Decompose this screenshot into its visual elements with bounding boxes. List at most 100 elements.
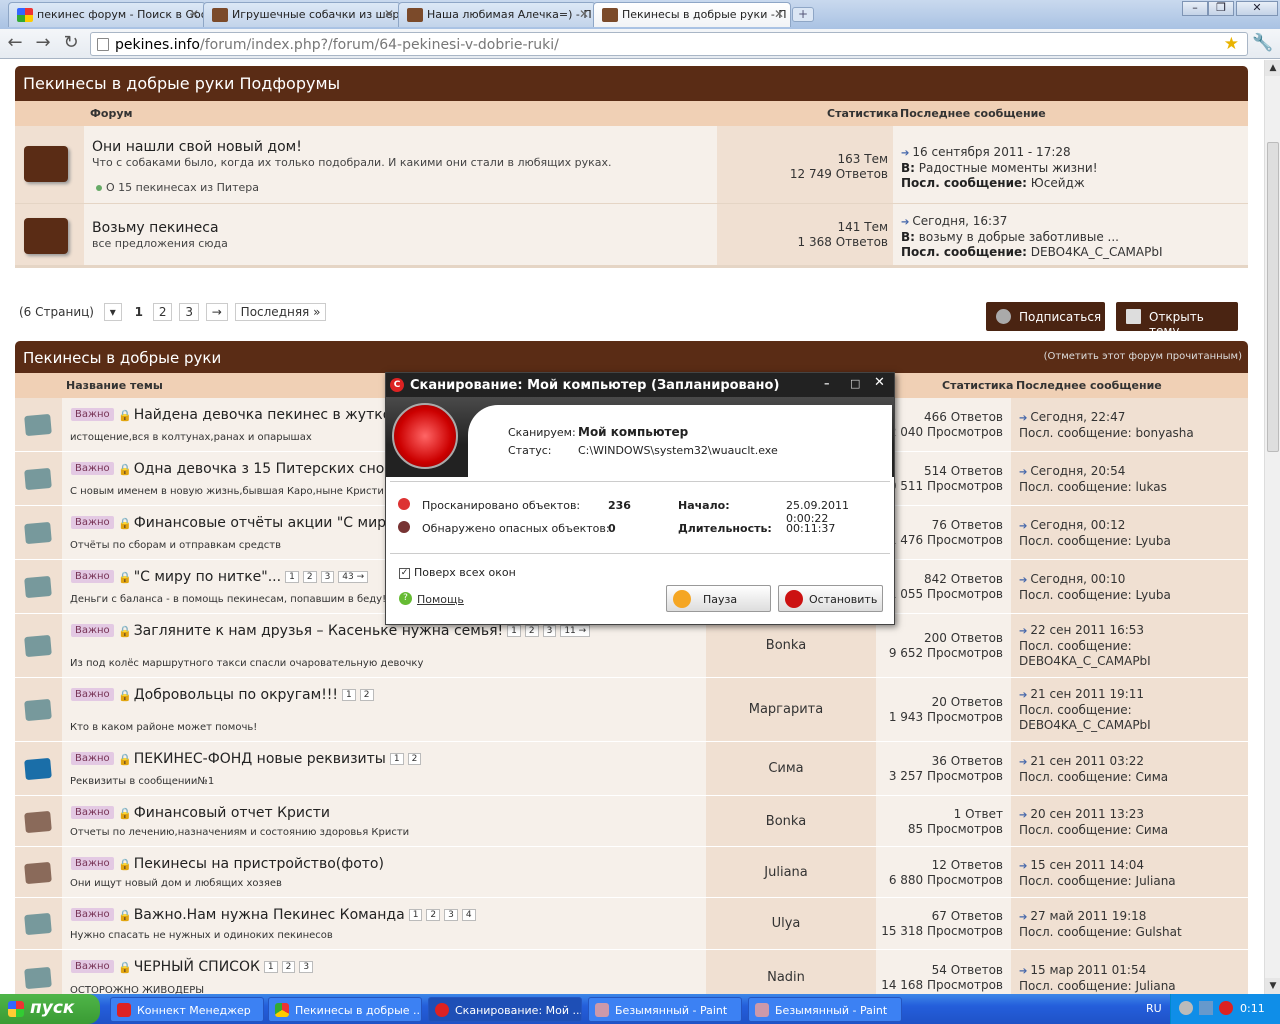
language-indicator[interactable]: RU (1146, 1002, 1162, 1015)
last-author-link[interactable]: Juliana (1136, 874, 1176, 888)
topic-title-link[interactable]: Финансовый отчет Кристи (134, 805, 330, 821)
scroll-thumb[interactable] (1267, 142, 1279, 452)
tab-alechka[interactable]: Наша любимая Алечка=) - П ✕ (398, 2, 596, 27)
close-icon[interactable]: ✕ (384, 7, 394, 21)
last-author-link[interactable]: Сима (1136, 770, 1169, 784)
topic-author-link[interactable]: Nadin (706, 970, 866, 985)
last-author-link[interactable]: Lyuba (1136, 588, 1171, 602)
topic-page-link[interactable]: 2 (407, 753, 422, 765)
last-author-link[interactable]: Сима (1136, 823, 1169, 837)
topic-page-link[interactable]: 4 (461, 909, 476, 921)
task-scan[interactable]: Сканирование: Мой ... (428, 997, 582, 1022)
close-icon[interactable]: ✕ (579, 7, 589, 21)
pause-button[interactable]: Пауза (666, 585, 771, 612)
minimize-button[interactable]: – (1182, 1, 1208, 16)
last-author-link[interactable]: bonyasha (1136, 426, 1194, 440)
topic-page-link[interactable]: 3 (444, 909, 458, 921)
task-connect-manager[interactable]: Коннект Менеджер (110, 997, 264, 1022)
close-icon[interactable]: ✕ (189, 7, 199, 21)
topic-author-link[interactable]: Ulya (706, 916, 866, 931)
scroll-up-arrow[interactable]: ▲ (1265, 60, 1280, 76)
topic-page-link[interactable]: 1 (389, 753, 404, 765)
always-on-top-checkbox[interactable]: ✓ Поверх всех окон (399, 566, 516, 579)
tab-toy-dogs[interactable]: Игрушечные собачки из шер ✕ (203, 2, 401, 27)
topic-title-link[interactable]: Добровольцы по округам!!! (134, 687, 338, 703)
network-icon[interactable] (1199, 1001, 1213, 1015)
open-topic-button[interactable]: Открыть тему (1116, 302, 1238, 338)
new-tab-button[interactable]: + (792, 7, 814, 22)
tab-google-search[interactable]: пекинес форум - Поиск в Goo ✕ (8, 2, 206, 27)
subforum-link[interactable]: О 15 пекинесах из Питера (96, 181, 259, 194)
bookmark-star-icon[interactable]: ★ (1224, 34, 1239, 54)
scroll-down-arrow[interactable]: ▼ (1265, 978, 1280, 994)
reload-button[interactable]: ↻ (60, 33, 82, 55)
address-bar[interactable]: pekines.info/forum/index.php?/forum/64-p… (90, 32, 1248, 56)
topic-page-link[interactable]: 2 (426, 909, 441, 921)
topic-title-link[interactable]: Загляните к нам друзья – Касеньке нужна … (134, 623, 503, 639)
task-paint-1[interactable]: Безымянный - Paint (588, 997, 742, 1022)
dialog-titlebar[interactable]: C Сканирование: Мой компьютер (Запланиро… (386, 373, 894, 397)
topic-page-link[interactable]: 11 → (560, 625, 591, 637)
topic-page-link[interactable]: 1 (263, 961, 278, 973)
maximize-button[interactable]: ❐ (1208, 1, 1234, 16)
topic-author-link[interactable]: Bonka (706, 814, 866, 829)
vertical-scrollbar[interactable]: ▲ ▼ (1264, 60, 1280, 994)
last-author-link[interactable]: lukas (1136, 480, 1167, 494)
subscribe-button[interactable]: Подписаться (986, 302, 1105, 331)
topic-title-link[interactable]: ЧЕРНЫЙ СПИСОК (134, 959, 260, 975)
back-button[interactable]: ← (4, 33, 26, 55)
page-link[interactable]: 3 (179, 303, 199, 321)
close-icon[interactable]: ✕ (774, 7, 784, 21)
topic-title-link[interactable]: Пекинесы на пристройство(фото) (134, 856, 384, 872)
checkbox-checked-icon[interactable]: ✓ (399, 567, 410, 579)
topic-title-link[interactable]: Одна девочка з 15 Питерских снова иш (134, 461, 428, 477)
topic-title-link[interactable]: ПЕКИНЕС-ФОНД новые реквизиты (134, 751, 386, 767)
tab-pekinesy-active[interactable]: Пекинесы в добрые руки - П ✕ (593, 2, 791, 27)
topic-page-link[interactable]: 1 (408, 909, 423, 921)
last-topic-link[interactable]: возьму в добрые заботливые ... (919, 230, 1119, 244)
comodo-tray-icon[interactable] (1219, 1001, 1233, 1015)
topic-page-link[interactable]: 1 (285, 571, 299, 583)
mark-read-link[interactable]: (Отметить этот форум прочитанным) (1044, 351, 1242, 362)
topic-page-link[interactable]: 43 → (338, 571, 369, 583)
topic-author-link[interactable]: Juliana (706, 865, 866, 880)
forum-title-link[interactable]: Возьму пекинеса (92, 220, 219, 236)
last-author-link[interactable]: DEBO4KA_C_CAMAPbI (1019, 654, 1151, 668)
topic-author-link[interactable]: Bonka (706, 638, 866, 653)
forward-button[interactable]: → (32, 33, 54, 55)
topic-page-link[interactable]: 3 (320, 571, 335, 583)
last-topic-link[interactable]: Радостные моменты жизни! (919, 161, 1098, 175)
task-browser[interactable]: Пекинесы в добрые ... (268, 997, 422, 1022)
start-button[interactable]: пуск (0, 994, 100, 1024)
topic-page-link[interactable]: 3 (299, 961, 314, 973)
topic-title-link[interactable]: Финансовые отчёты акции "С миру по (134, 515, 417, 531)
wrench-icon[interactable]: 🔧 (1252, 33, 1273, 53)
close-window-button[interactable]: ✕ (1236, 1, 1278, 16)
task-paint-2[interactable]: Безымянный - Paint (748, 997, 902, 1022)
topic-author-link[interactable]: Сима (706, 761, 866, 776)
topic-page-link[interactable]: 3 (542, 625, 557, 637)
next-page-link[interactable]: → (205, 303, 228, 321)
page-link[interactable]: 2 (152, 303, 173, 321)
last-author-link[interactable]: Lyuba (1136, 534, 1171, 548)
stop-button[interactable]: Остановить (778, 585, 883, 612)
last-page-link[interactable]: Последняя » (234, 303, 327, 321)
help-link[interactable]: Помощь (417, 593, 464, 606)
topic-page-link[interactable]: 2 (281, 961, 296, 973)
topic-title-link[interactable]: Важно.Нам нужна Пекинес Команда (134, 907, 405, 923)
topic-page-link[interactable]: 2 (359, 689, 374, 701)
last-author-link[interactable]: Juliana (1136, 979, 1176, 993)
maximize-icon[interactable]: □ (850, 377, 860, 390)
last-author-link[interactable]: Юсейдж (1031, 176, 1085, 190)
forum-title-link[interactable]: Они нашли свой новый дом! (92, 139, 302, 155)
last-author-link[interactable]: Gulshat (1136, 925, 1182, 939)
topic-title-link[interactable]: "С миру по нитке"... (134, 569, 281, 585)
pages-dropdown-button[interactable]: ▾ (103, 303, 122, 321)
topic-page-link[interactable]: 1 (507, 625, 521, 637)
last-author-link[interactable]: DEBO4KA_C_CAMAPbI (1019, 718, 1151, 732)
topic-page-link[interactable]: 2 (302, 571, 317, 583)
topic-author-link[interactable]: Маргарита (706, 702, 866, 717)
close-icon[interactable]: ✕ (874, 375, 885, 390)
tray-app-icon[interactable] (1179, 1001, 1193, 1015)
minimize-icon[interactable]: – (824, 377, 830, 390)
